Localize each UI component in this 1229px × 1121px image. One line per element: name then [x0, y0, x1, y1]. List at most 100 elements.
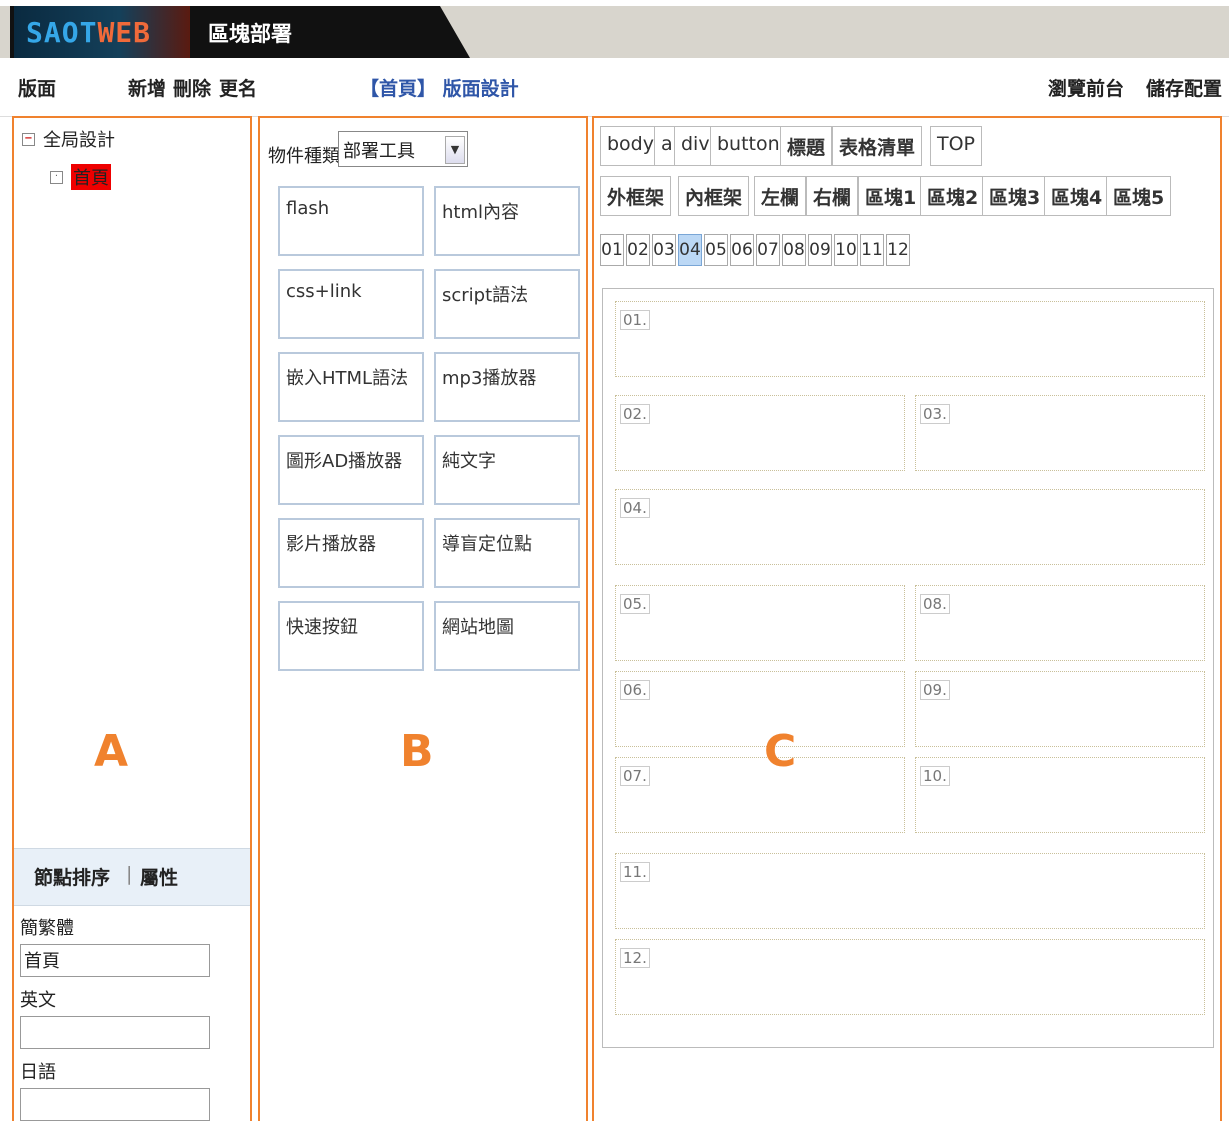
- slot-label: 09.: [920, 680, 950, 700]
- panel-marker-c: C: [764, 726, 797, 777]
- slot-number-03[interactable]: 03: [652, 234, 676, 266]
- slot-number-11[interactable]: 11: [860, 234, 884, 266]
- tab-properties[interactable]: 屬性: [140, 863, 178, 890]
- breadcrumb: 【首頁】 版面設計: [360, 78, 519, 100]
- tag-body[interactable]: body: [600, 126, 661, 166]
- slot-label: 06.: [620, 680, 650, 700]
- tool-flash[interactable]: flash: [278, 186, 424, 256]
- tab-separator: |: [126, 863, 133, 885]
- rename-button[interactable]: 更名: [219, 74, 257, 101]
- tree-node-label: 全局設計: [43, 130, 115, 151]
- slot-number-01[interactable]: 01: [600, 234, 624, 266]
- tool-video-player[interactable]: 影片播放器: [278, 518, 424, 588]
- slot-label: 01.: [620, 310, 650, 330]
- slot-number-05[interactable]: 05: [704, 234, 728, 266]
- tool-html-content[interactable]: html內容: [434, 186, 580, 256]
- tool-sitemap[interactable]: 網站地圖: [434, 601, 580, 671]
- property-tabs: 節點排序 | 屬性: [14, 848, 250, 906]
- tag-table-list[interactable]: 表格清單: [832, 126, 923, 166]
- layout-slot-09[interactable]: 09.: [915, 671, 1205, 747]
- tool-accesskey-anchor[interactable]: 導盲定位點: [434, 518, 580, 588]
- slot-label: 04.: [620, 498, 650, 518]
- object-tools-panel: 物件種類 部署工具 ▼ flash html內容 css+link script…: [258, 116, 588, 1121]
- layout-slot-05[interactable]: 05.: [615, 585, 905, 661]
- layout-slot-01[interactable]: 01.: [615, 301, 1205, 377]
- top-bar: SAOT WEB 區塊部署: [0, 0, 1229, 58]
- tree-node-home[interactable]: · 首頁: [50, 164, 111, 190]
- layout-slot-02[interactable]: 02.: [615, 395, 905, 471]
- tool-mp3-player[interactable]: mp3播放器: [434, 352, 580, 422]
- tool-script[interactable]: script語法: [434, 269, 580, 339]
- slot-label: 08.: [920, 594, 950, 614]
- slot-label: 10.: [920, 766, 950, 786]
- panel-marker-b: B: [400, 726, 434, 777]
- tag-block-2[interactable]: 區塊2: [920, 176, 986, 216]
- logo: SAOT WEB: [14, 6, 190, 58]
- tag-heading[interactable]: 標題: [780, 126, 833, 166]
- preview-button[interactable]: 瀏覽前台: [1048, 74, 1124, 101]
- slot-label: 12.: [620, 948, 650, 968]
- object-type-label: 物件種類: [268, 146, 340, 167]
- slot-number-02[interactable]: 02: [626, 234, 650, 266]
- tag-block-4[interactable]: 區塊4: [1044, 176, 1110, 216]
- layout-slot-06[interactable]: 06.: [615, 671, 905, 747]
- tag-block-5[interactable]: 區塊5: [1106, 176, 1172, 216]
- tool-quick-button[interactable]: 快速按鈕: [278, 601, 424, 671]
- add-button[interactable]: 新增: [128, 74, 166, 101]
- layout-slot-10[interactable]: 10.: [915, 757, 1205, 833]
- slot-label: 02.: [620, 404, 650, 424]
- japanese-name-input[interactable]: [20, 1088, 210, 1121]
- object-type-select[interactable]: 部署工具 ▼: [338, 131, 468, 167]
- slot-number-08[interactable]: 08: [782, 234, 806, 266]
- tag-left-column[interactable]: 左欄: [754, 176, 807, 216]
- tree-node-label: 首頁: [71, 164, 111, 190]
- tag-top[interactable]: TOP: [930, 126, 983, 166]
- layout-slot-03[interactable]: 03.: [915, 395, 1205, 471]
- label-english: 英文: [20, 990, 56, 1011]
- english-name-input[interactable]: [20, 1016, 210, 1049]
- tag-right-column[interactable]: 右欄: [806, 176, 859, 216]
- delete-button[interactable]: 刪除: [173, 74, 211, 101]
- object-type-value: 部署工具: [343, 141, 415, 162]
- slot-number-12[interactable]: 12: [886, 234, 910, 266]
- tag-outer-frame[interactable]: 外框架: [600, 176, 672, 216]
- tool-ad-player[interactable]: 圖形AD播放器: [278, 435, 424, 505]
- tree-node-global[interactable]: − 全局設計: [22, 126, 115, 152]
- label-japanese: 日語: [20, 1062, 56, 1083]
- panel-marker-a: A: [94, 726, 129, 777]
- slot-number-06[interactable]: 06: [730, 234, 754, 266]
- collapse-icon[interactable]: −: [22, 132, 35, 146]
- pages-label: 版面: [18, 78, 57, 100]
- label-traditional: 簡繁體: [20, 918, 74, 939]
- app-title: 區塊部署: [208, 22, 292, 46]
- traditional-name-input[interactable]: 首頁: [20, 944, 210, 977]
- slot-number-04[interactable]: 04: [678, 234, 702, 266]
- slot-label: 05.: [620, 594, 650, 614]
- layout-canvas: 01. 02. 03. 04. 05. 08. 06. 09. 07. 10. …: [602, 288, 1214, 1048]
- save-config-button[interactable]: 儲存配置: [1146, 74, 1222, 101]
- slot-number-10[interactable]: 10: [834, 234, 858, 266]
- layout-slot-11[interactable]: 11.: [615, 853, 1205, 929]
- tag-block-3[interactable]: 區塊3: [982, 176, 1048, 216]
- header-toolbar: 版面 新增 刪除 更名 【首頁】 版面設計 瀏覽前台 儲存配置: [0, 58, 1229, 117]
- chevron-down-icon[interactable]: ▼: [445, 136, 465, 164]
- logo-text-b: WEB: [97, 15, 152, 49]
- layout-slot-08[interactable]: 08.: [915, 585, 1205, 661]
- tag-button[interactable]: button: [710, 126, 787, 166]
- tool-plain-text[interactable]: 純文字: [434, 435, 580, 505]
- layout-slot-12[interactable]: 12.: [615, 939, 1205, 1015]
- slot-number-09[interactable]: 09: [808, 234, 832, 266]
- slot-label: 03.: [920, 404, 950, 424]
- logo-text-a: SAOT: [26, 15, 98, 49]
- tag-block-1[interactable]: 區塊1: [858, 176, 924, 216]
- slot-label: 11.: [620, 862, 650, 882]
- tag-inner-frame[interactable]: 內框架: [678, 176, 750, 216]
- tool-css-link[interactable]: css+link: [278, 269, 424, 339]
- leaf-icon: ·: [50, 170, 63, 184]
- tab-node-sort[interactable]: 節點排序: [34, 863, 110, 890]
- page-tree-panel: − 全局設計 · 首頁 A 節點排序 | 屬性 簡繁體 首頁 英文 日語: [12, 116, 252, 1121]
- slot-number-07[interactable]: 07: [756, 234, 780, 266]
- layout-slot-04[interactable]: 04.: [615, 489, 1205, 565]
- tool-embed-html[interactable]: 嵌入HTML語法: [278, 352, 424, 422]
- layout-slot-07[interactable]: 07.: [615, 757, 905, 833]
